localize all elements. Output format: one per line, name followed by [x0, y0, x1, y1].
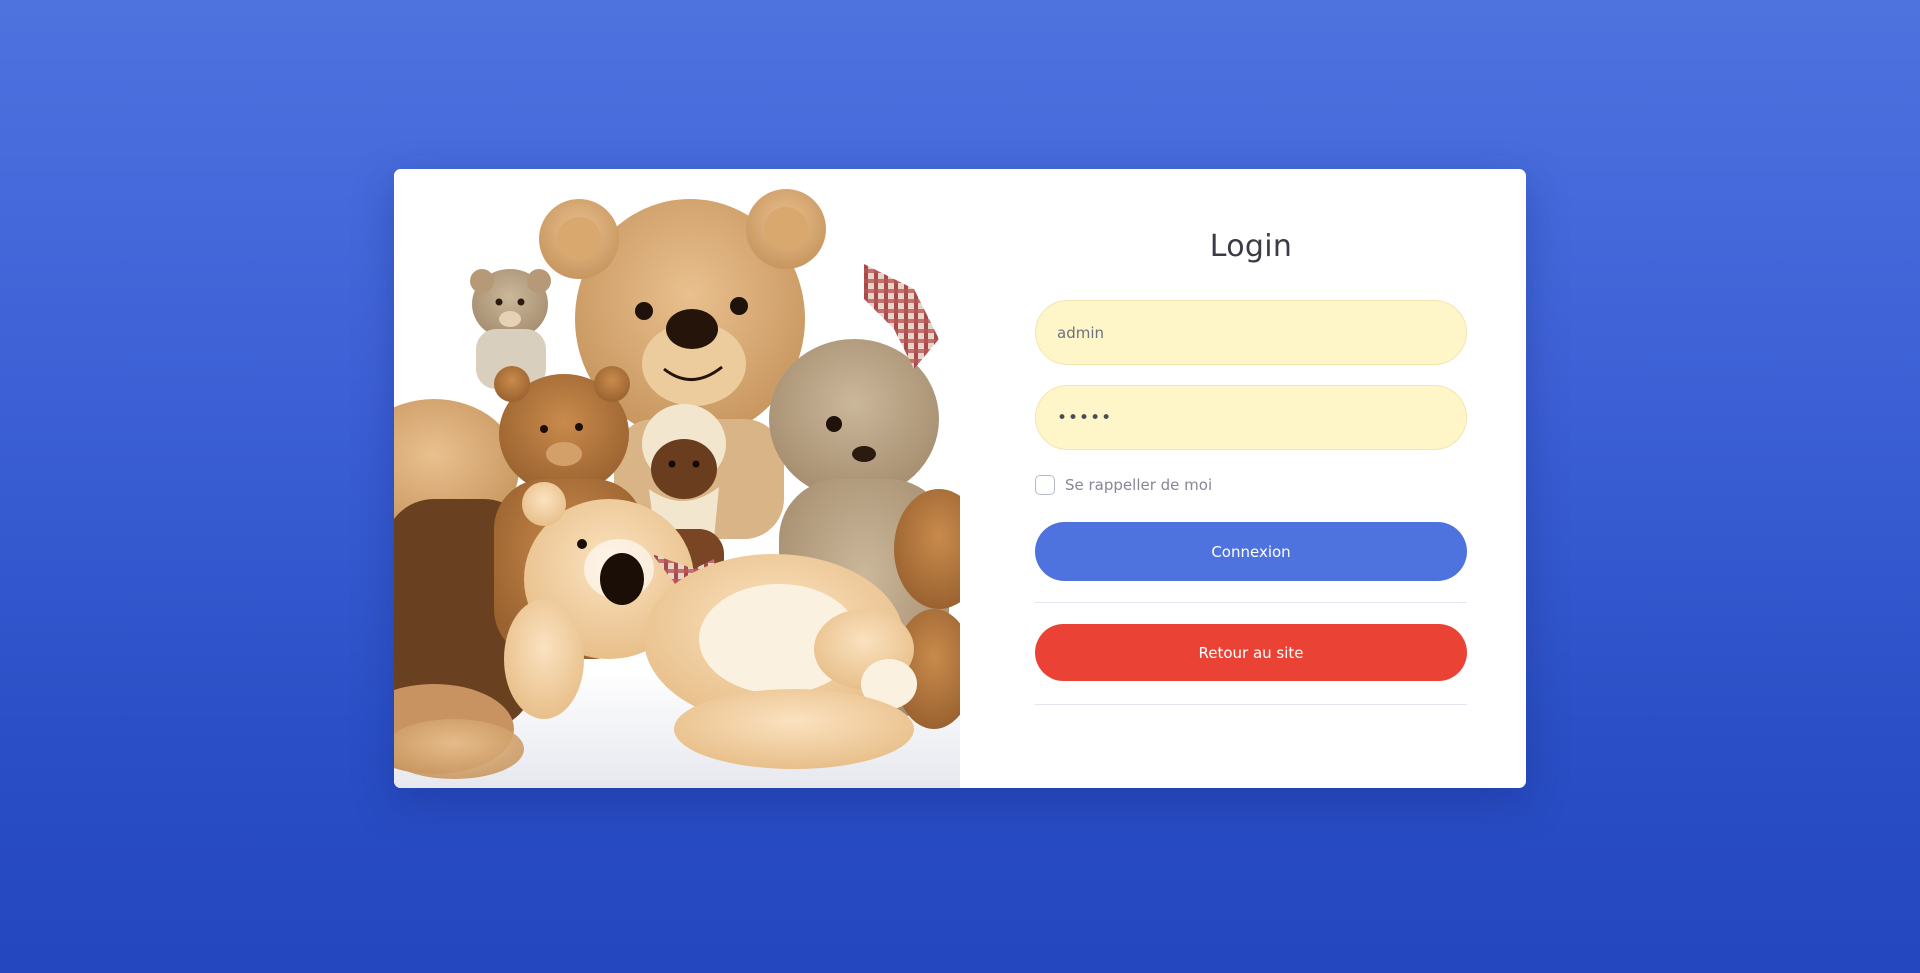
remember-me-checkbox[interactable]	[1035, 475, 1055, 495]
login-form-panel: Login admin ••••• Se rappeller de moi Co…	[960, 169, 1526, 788]
username-input[interactable]: admin	[1035, 300, 1467, 365]
password-input[interactable]: •••••	[1035, 385, 1467, 450]
remember-me[interactable]: Se rappeller de moi	[1035, 475, 1212, 495]
divider	[1035, 704, 1467, 705]
login-card: Login admin ••••• Se rappeller de moi Co…	[394, 169, 1526, 788]
remember-me-label: Se rappeller de moi	[1065, 476, 1213, 494]
login-button[interactable]: Connexion	[1035, 522, 1467, 581]
login-title: Login	[1209, 229, 1293, 264]
back-to-site-button[interactable]: Retour au site	[1035, 624, 1467, 681]
teddy-bears-illustration	[394, 169, 960, 788]
teddy-bears-image	[394, 169, 960, 788]
divider	[1035, 602, 1467, 603]
